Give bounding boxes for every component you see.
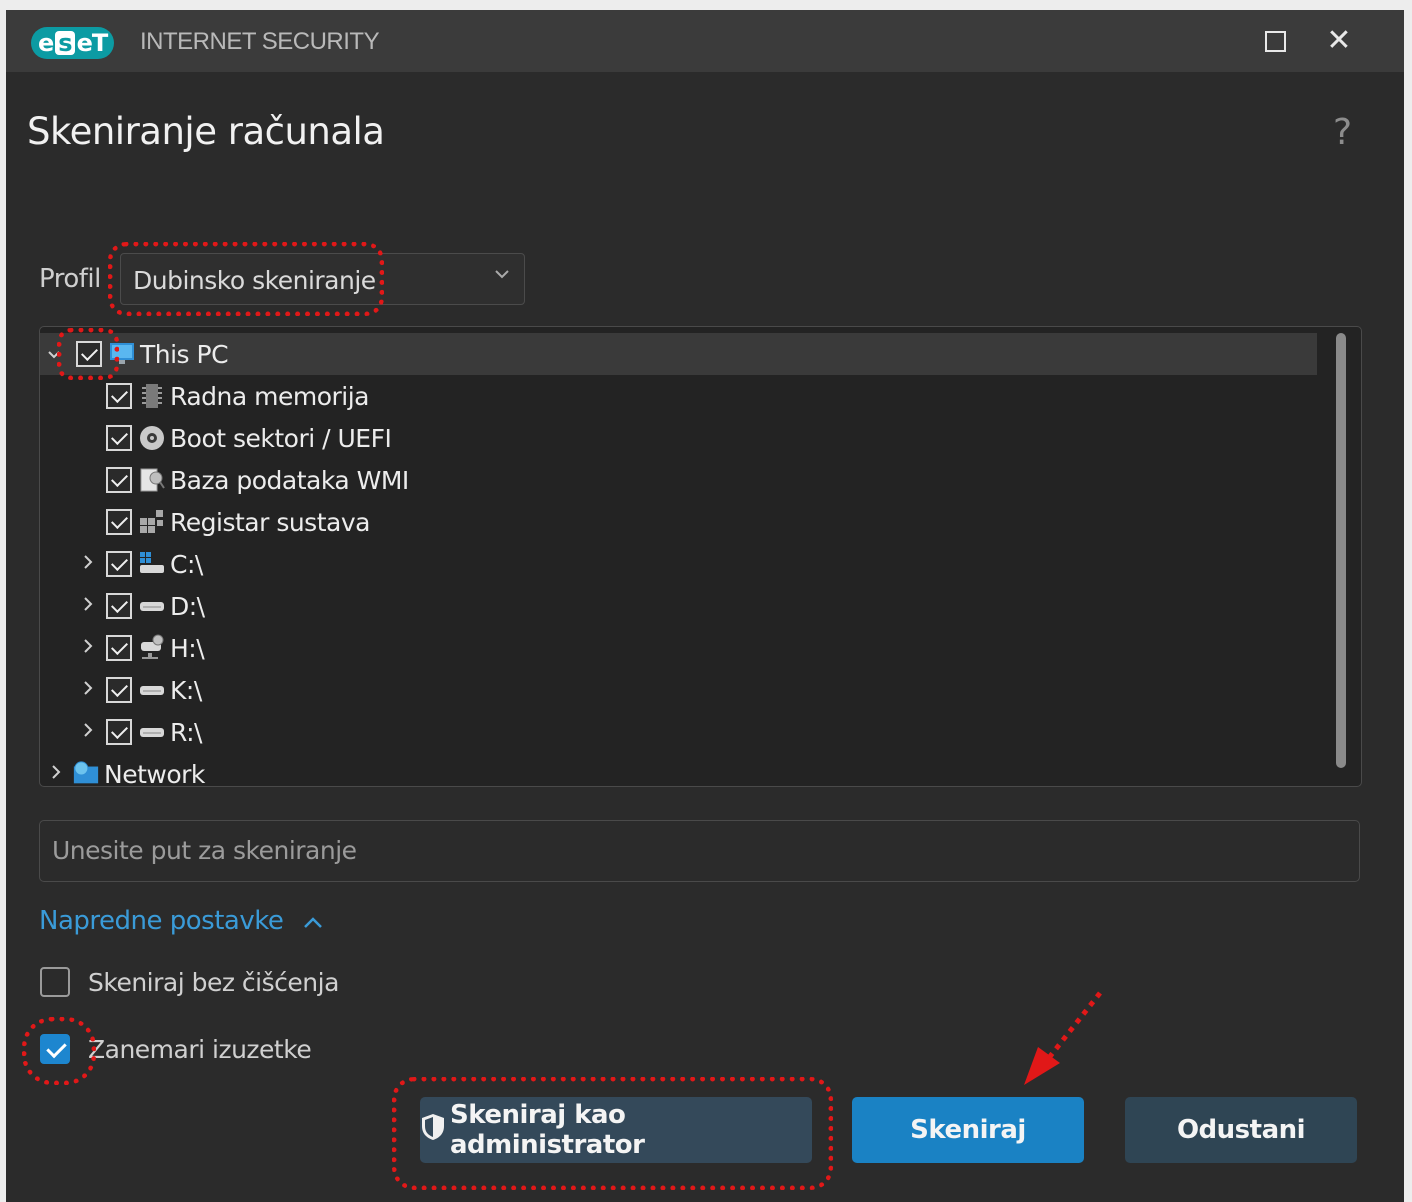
help-icon[interactable]: ?	[1333, 112, 1352, 153]
tree-item-boot-sectors[interactable]: Boot sektori / UEFI	[40, 417, 1317, 459]
wmi-database-icon	[138, 466, 166, 494]
network-drive-icon	[138, 634, 166, 662]
tree-checkbox[interactable]	[106, 467, 132, 493]
drive-icon	[138, 676, 166, 704]
chevron-right-icon[interactable]	[78, 722, 98, 743]
profile-selected-value: Dubinsko skeniranje	[133, 266, 376, 295]
page-title: Skeniranje računala	[27, 110, 385, 153]
tree-item-drive-h[interactable]: H:\	[40, 627, 1317, 669]
tree-item-label: K:\	[170, 675, 202, 705]
tree-checkbox[interactable]	[76, 341, 102, 367]
title-bar: e s eT INTERNET SECURITY ✕	[6, 10, 1404, 72]
monitor-icon	[108, 340, 136, 368]
maximize-icon	[1264, 31, 1286, 52]
tree-checkbox[interactable]	[106, 383, 132, 409]
scan-as-admin-label: Skeniraj kao administrator	[450, 1100, 645, 1160]
tree-checkbox[interactable]	[106, 593, 132, 619]
tree-item-drive-r[interactable]: R:\	[40, 711, 1317, 753]
tree-item-label: Boot sektori / UEFI	[170, 423, 392, 453]
tree-item-label: H:\	[170, 633, 205, 663]
logo-letter: eT	[76, 29, 109, 57]
tree-scrollbar[interactable]	[1336, 333, 1346, 768]
memory-chip-icon	[138, 382, 166, 410]
tree-checkbox[interactable]	[106, 677, 132, 703]
product-name: INTERNET SECURITY	[140, 28, 380, 55]
logo-letter: e	[38, 29, 54, 57]
tree-item-label: C:\	[170, 549, 203, 579]
option-ignore-exclusions[interactable]: Zanemari izuzetke	[40, 1034, 312, 1064]
chevron-right-icon[interactable]	[78, 638, 98, 659]
option-scan-without-cleaning[interactable]: Skeniraj bez čišćenja	[40, 967, 339, 997]
tree-checkbox[interactable]	[106, 425, 132, 451]
annotation-arrow-icon	[1024, 991, 1102, 1085]
tree-item-label: Network	[104, 759, 205, 787]
profile-label: Profil	[39, 264, 101, 294]
tree-item-memory[interactable]: Radna memorija	[40, 375, 1317, 417]
option-checkbox[interactable]	[40, 1034, 70, 1064]
tree-item-wmi[interactable]: Baza podataka WMI	[40, 459, 1317, 501]
advanced-settings-link[interactable]: Napredne postavke	[39, 906, 323, 936]
profile-dropdown[interactable]: Dubinsko skeniranje	[120, 253, 525, 305]
close-button[interactable]: ✕	[1322, 24, 1356, 58]
registry-icon	[138, 508, 166, 536]
tree-item-label: Baza podataka WMI	[170, 465, 409, 495]
scan-path-input[interactable]: Unesite put za skeniranje	[39, 820, 1360, 882]
tree-item-label: This PC	[140, 339, 229, 369]
tree-item-this-pc[interactable]: This PC	[40, 333, 1317, 375]
tree-item-label: Registar sustava	[170, 507, 370, 537]
system-drive-icon	[138, 550, 166, 578]
chevron-right-icon[interactable]	[78, 596, 98, 617]
disc-icon	[138, 424, 166, 452]
tree-item-label: D:\	[170, 591, 205, 621]
eset-logo: e s eT	[31, 27, 115, 59]
scan-as-admin-button[interactable]: Skeniraj kao administrator	[420, 1097, 812, 1163]
advanced-settings-label: Napredne postavke	[39, 906, 284, 936]
tree-checkbox[interactable]	[106, 719, 132, 745]
chevron-down-icon	[494, 264, 510, 285]
tree-item-drive-c[interactable]: C:\	[40, 543, 1317, 585]
option-checkbox[interactable]	[40, 967, 70, 997]
chevron-up-icon	[303, 910, 323, 935]
scan-button[interactable]: Skeniraj	[852, 1097, 1084, 1163]
scan-target-tree[interactable]: This PC Radna memorija Boot sektori / UE…	[39, 326, 1362, 787]
chevron-right-icon[interactable]	[78, 554, 98, 575]
option-label: Skeniraj bez čišćenja	[88, 967, 339, 997]
tree-item-label: Radna memorija	[170, 381, 370, 411]
tree-checkbox[interactable]	[106, 635, 132, 661]
option-label: Zanemari izuzetke	[88, 1034, 312, 1064]
chevron-right-icon[interactable]	[78, 680, 98, 701]
tree-checkbox[interactable]	[106, 551, 132, 577]
network-icon	[72, 760, 100, 786]
tree-item-drive-d[interactable]: D:\	[40, 585, 1317, 627]
cancel-button[interactable]: Odustani	[1125, 1097, 1357, 1163]
tree-item-registry[interactable]: Registar sustava	[40, 501, 1317, 543]
tree-checkbox[interactable]	[106, 509, 132, 535]
logo-letter: s	[55, 31, 75, 55]
chevron-right-icon[interactable]	[46, 764, 66, 785]
tree-item-drive-k[interactable]: K:\	[40, 669, 1317, 711]
maximize-button[interactable]	[1258, 24, 1292, 58]
close-icon: ✕	[1326, 23, 1352, 58]
drive-icon	[138, 592, 166, 620]
shield-icon	[420, 1112, 446, 1149]
drive-icon	[138, 718, 166, 746]
tree-item-label: R:\	[170, 717, 202, 747]
eset-window: e s eT INTERNET SECURITY ✕ Skeniranje ra…	[6, 10, 1404, 1202]
chevron-down-icon[interactable]	[44, 344, 64, 365]
tree-item-network[interactable]: Network	[40, 753, 1317, 787]
